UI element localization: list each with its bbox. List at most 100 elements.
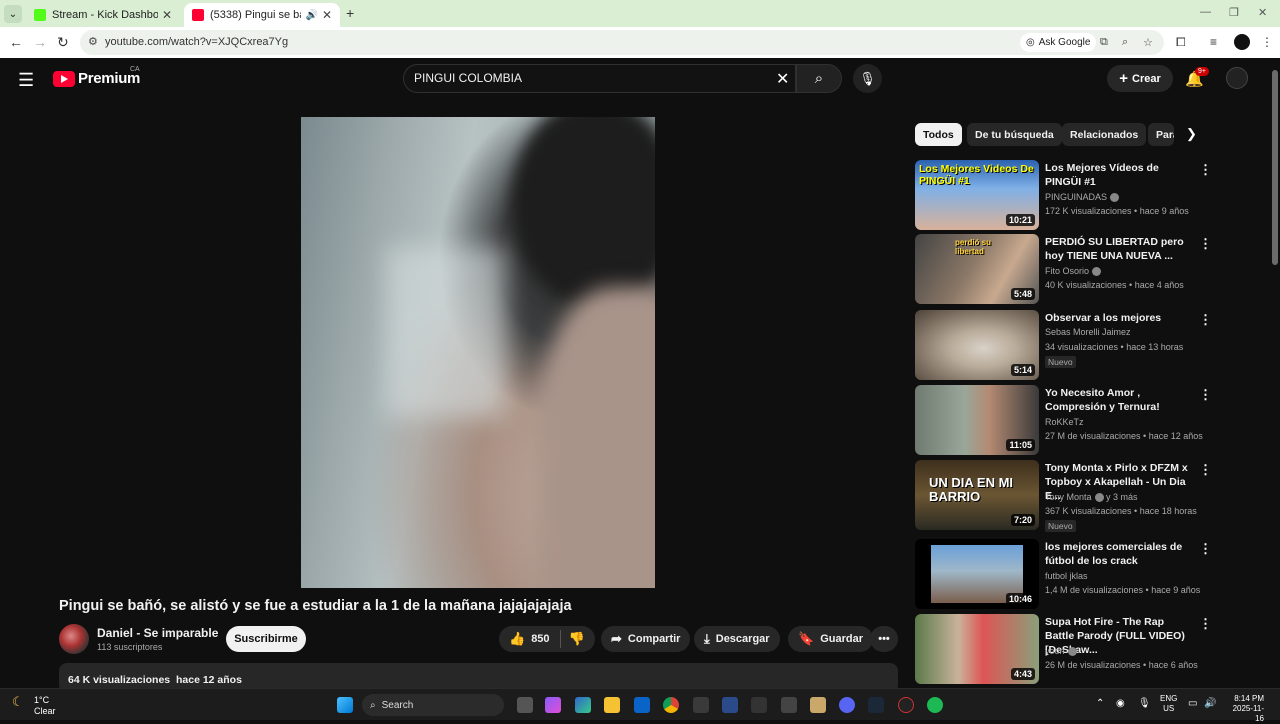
outlook-icon[interactable] bbox=[634, 697, 650, 713]
chevron-right-icon[interactable]: ❯ bbox=[1186, 126, 1197, 142]
tools-icon[interactable] bbox=[781, 697, 797, 713]
recommendation-item[interactable]: perdió su libertad 5:48 PERDIÓ SU LIBERT… bbox=[915, 234, 1215, 304]
recommendation-item[interactable]: Los Mejores Videos De PINGÜI #1 10:21 Lo… bbox=[915, 160, 1215, 230]
profile-avatar[interactable] bbox=[1234, 34, 1250, 50]
rec-channel[interactable]: RoKKeTz bbox=[1045, 417, 1084, 427]
share-button[interactable]: ➦ Compartir bbox=[601, 626, 691, 652]
obs-icon[interactable] bbox=[898, 697, 914, 713]
channel-avatar[interactable] bbox=[59, 624, 89, 654]
tray-app-icon[interactable]: ◉ bbox=[1116, 698, 1125, 709]
rec-channel[interactable]: yoon bbox=[1045, 646, 1077, 657]
minimize-button[interactable]: — bbox=[1200, 6, 1211, 18]
tab-close-icon[interactable]: ✕ bbox=[322, 8, 332, 22]
bookmark-star-icon[interactable]: ☆ bbox=[1143, 36, 1153, 49]
network-icon[interactable]: ▭ bbox=[1188, 698, 1197, 709]
language-indicator[interactable]: ENG US bbox=[1160, 694, 1177, 714]
more-vert-icon[interactable]: ⋮ bbox=[1199, 162, 1212, 178]
video-thumbnail[interactable]: Los Mejores Videos De PINGÜI #1 10:21 bbox=[915, 160, 1039, 230]
more-vert-icon[interactable]: ⋮ bbox=[1199, 462, 1212, 478]
chrome-icon[interactable] bbox=[663, 697, 679, 713]
video-thumbnail[interactable]: 4:43 bbox=[915, 614, 1039, 684]
recommendation-item[interactable]: 4:43 Supa Hot Fire - The Rap Battle Paro… bbox=[915, 614, 1215, 684]
reload-icon[interactable]: ↻ bbox=[57, 34, 69, 51]
browser-menu-icon[interactable]: ⋮ bbox=[1261, 35, 1273, 49]
steam-icon[interactable] bbox=[868, 697, 884, 713]
hamburger-icon[interactable]: ☰ bbox=[18, 70, 34, 91]
recommendation-item[interactable]: 5:14 Observar a los mejores Sebas Morell… bbox=[915, 310, 1215, 380]
install-icon[interactable]: ⧉ bbox=[1100, 36, 1108, 49]
zoom-icon[interactable]: ⌕ bbox=[1122, 36, 1128, 49]
extensions-icon[interactable]: ⧠ bbox=[1176, 35, 1186, 50]
rec-title[interactable]: PERDIÓ SU LIBERTAD pero hoy TIENE UNA NU… bbox=[1045, 235, 1195, 263]
notepad-icon[interactable] bbox=[810, 697, 826, 713]
rec-title[interactable]: los mejores comerciales de fútbol de los… bbox=[1045, 540, 1195, 568]
save-button[interactable]: 🔖 Guardar bbox=[788, 626, 873, 652]
close-window-button[interactable]: ✕ bbox=[1258, 6, 1267, 19]
forward-icon[interactable]: → bbox=[33, 34, 47, 50]
url-text[interactable]: youtube.com/watch?v=XJQCxrea7Yg bbox=[105, 36, 288, 48]
create-button[interactable]: + Crear bbox=[1107, 65, 1173, 92]
search-box[interactable]: ✕ bbox=[403, 64, 796, 93]
chevron-up-icon[interactable]: ⌃ bbox=[1096, 698, 1104, 709]
more-vert-icon[interactable]: ⋮ bbox=[1199, 236, 1212, 252]
audio-playing-icon[interactable]: 🔊 bbox=[305, 10, 317, 21]
discord-icon[interactable] bbox=[839, 697, 855, 713]
tab-search-dropdown[interactable]: ⌄ bbox=[4, 5, 22, 23]
microphone-icon[interactable]: 🎙 bbox=[1138, 698, 1151, 709]
video-thumbnail[interactable]: perdió su libertad 5:48 bbox=[915, 234, 1039, 304]
search-input[interactable] bbox=[414, 71, 754, 85]
file-explorer-icon[interactable] bbox=[604, 697, 620, 713]
copilot-icon[interactable] bbox=[545, 697, 561, 713]
account-avatar[interactable] bbox=[1226, 67, 1248, 89]
new-tab-button[interactable]: + bbox=[346, 5, 354, 21]
task-view-icon[interactable] bbox=[517, 697, 533, 713]
chip-de-tu-busqueda[interactable]: De tu búsqueda bbox=[967, 123, 1062, 146]
chip-para-ti[interactable]: Para ti bbox=[1148, 123, 1174, 146]
page-scrollbar[interactable] bbox=[1270, 58, 1280, 688]
download-button[interactable]: ⤓ Descargar bbox=[694, 626, 780, 652]
maximize-button[interactable]: ❐ bbox=[1229, 6, 1239, 19]
volume-icon[interactable]: 🔊 bbox=[1204, 698, 1216, 709]
edge-icon[interactable] bbox=[575, 697, 591, 713]
subscribe-button[interactable]: Suscribirme bbox=[226, 626, 306, 652]
video-player[interactable] bbox=[301, 117, 655, 588]
recommendation-item[interactable]: UN DIA EN MI BARRIO 7:20 Tony Monta x Pi… bbox=[915, 460, 1215, 532]
channel-name[interactable]: Daniel - Se imparable bbox=[97, 626, 218, 640]
address-bar[interactable]: ⚙ youtube.com/watch?v=XJQCxrea7Yg ◎ Ask … bbox=[80, 30, 1164, 55]
rec-channel[interactable]: Tony Monta y 3 más bbox=[1045, 492, 1138, 503]
apps-icon[interactable] bbox=[751, 697, 767, 713]
youtube-premium-logo[interactable]: Premium CA bbox=[53, 66, 140, 87]
rec-channel[interactable]: PINGUINADAS bbox=[1045, 192, 1120, 203]
tab-close-icon[interactable]: ✕ bbox=[162, 8, 172, 22]
video-thumbnail[interactable]: 11:05 bbox=[915, 385, 1039, 455]
vpn-icon[interactable] bbox=[722, 697, 738, 713]
site-info-icon[interactable]: ⚙ bbox=[88, 35, 98, 48]
dislike-icon[interactable]: 👎 bbox=[569, 631, 585, 647]
ask-google-button[interactable]: ◎ Ask Google bbox=[1020, 33, 1097, 52]
taskbar-search[interactable]: ⌕ Search bbox=[362, 694, 504, 716]
like-count[interactable]: 850 bbox=[531, 633, 549, 645]
reading-list-icon[interactable]: ≡ bbox=[1210, 35, 1217, 49]
rec-title[interactable]: Los Mejores Vídeos de PINGÜI #1 bbox=[1045, 161, 1195, 189]
store-icon[interactable] bbox=[693, 697, 709, 713]
more-vert-icon[interactable]: ⋮ bbox=[1199, 312, 1212, 328]
more-vert-icon[interactable]: ⋮ bbox=[1199, 541, 1212, 557]
video-thumbnail[interactable]: 10:46 bbox=[915, 539, 1039, 609]
video-thumbnail[interactable]: UN DIA EN MI BARRIO 7:20 bbox=[915, 460, 1039, 530]
more-vert-icon[interactable]: ⋮ bbox=[1199, 387, 1212, 403]
scrollbar-thumb[interactable] bbox=[1272, 70, 1278, 265]
rec-channel[interactable]: Sebas Morelli Jaimez bbox=[1045, 327, 1131, 337]
rec-channel[interactable]: futbol jklas bbox=[1045, 571, 1088, 581]
search-button[interactable]: ⌕ bbox=[796, 64, 842, 93]
chip-todos[interactable]: Todos bbox=[915, 123, 962, 146]
rec-channel[interactable]: Fito Osorio bbox=[1045, 266, 1102, 277]
like-icon[interactable]: 👍 bbox=[509, 631, 525, 647]
video-thumbnail[interactable]: 5:14 bbox=[915, 310, 1039, 380]
tab-youtube-video[interactable]: (5338) Pingui se bañó, se alistó 🔊 ✕ bbox=[184, 3, 340, 27]
more-actions-button[interactable]: ••• bbox=[870, 626, 898, 652]
start-icon[interactable] bbox=[337, 697, 353, 713]
clear-search-icon[interactable]: ✕ bbox=[776, 69, 789, 89]
rec-title[interactable]: Observar a los mejores bbox=[1045, 311, 1195, 325]
recommendation-item[interactable]: 10:46 los mejores comerciales de fútbol … bbox=[915, 539, 1215, 609]
recommendation-item[interactable]: 11:05 Yo Necesito Amor , Compresión y Te… bbox=[915, 385, 1215, 455]
